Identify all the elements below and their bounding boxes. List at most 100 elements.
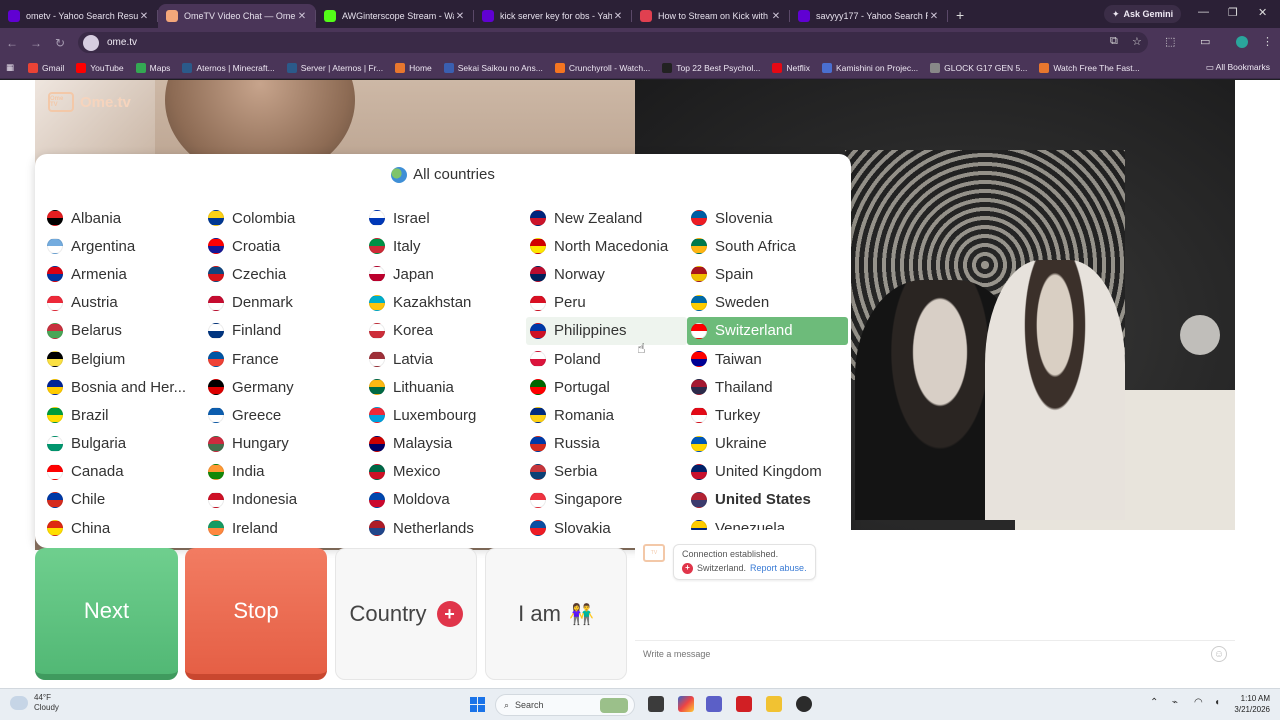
country-option-lithuania[interactable]: Lithuania	[365, 373, 526, 401]
country-option-israel[interactable]: Israel	[365, 204, 526, 232]
country-option-singapore[interactable]: Singapore	[526, 486, 687, 514]
country-option-philippines[interactable]: Philippines	[526, 316, 687, 345]
country-option-united-states[interactable]: United States	[687, 486, 848, 514]
country-option-netherlands[interactable]: Netherlands	[365, 514, 526, 542]
country-option-luxembourg[interactable]: Luxembourg	[365, 401, 526, 429]
bookmark-item[interactable]: Gmail	[28, 62, 64, 73]
country-option-czechia[interactable]: Czechia	[204, 260, 365, 288]
country-option-indonesia[interactable]: Indonesia	[204, 486, 365, 514]
tray-overflow-icon[interactable]: ⌃	[1150, 697, 1158, 708]
country-option-norway[interactable]: Norway	[526, 260, 687, 288]
obs-icon[interactable]	[796, 696, 812, 712]
country-option-sweden[interactable]: Sweden	[687, 289, 848, 317]
country-option-france[interactable]: France	[204, 345, 365, 373]
browser-tab[interactable]: AWGinterscope Stream - Watch✕	[316, 4, 474, 28]
bookmark-item[interactable]: Kamishini on Projec...	[821, 62, 918, 73]
close-tab-icon[interactable]: ✕	[454, 11, 466, 22]
copilot-icon[interactable]	[678, 696, 694, 712]
bookmark-item[interactable]: Netflix	[772, 62, 810, 73]
browser-tab[interactable]: ometv - Yahoo Search Results ✕	[0, 4, 158, 28]
country-option-bulgaria[interactable]: Bulgaria	[43, 430, 204, 458]
country-option-greece[interactable]: Greece	[204, 401, 365, 429]
browser-tab[interactable]: OmeTV Video Chat — Ome ✕	[158, 4, 316, 28]
browser-tab[interactable]: How to Stream on Kick with OB✕	[632, 4, 790, 28]
country-option-ukraine[interactable]: Ukraine	[687, 430, 848, 458]
split-view-icon[interactable]: ▭	[1200, 35, 1210, 48]
country-option-ireland[interactable]: Ireland	[204, 514, 365, 542]
system-clock[interactable]: 1:10 AM 3/21/2026	[1234, 693, 1270, 715]
bookmark-item[interactable]: Aternos | Minecraft...	[182, 62, 275, 73]
country-button[interactable]: Country +	[335, 548, 477, 680]
country-option-south-africa[interactable]: South Africa	[687, 232, 848, 260]
bookmark-item[interactable]: Crunchyroll - Watch...	[554, 62, 650, 73]
bookmark-item[interactable]: YouTube	[76, 62, 124, 73]
country-option-finland[interactable]: Finland	[204, 317, 365, 345]
back-icon[interactable]: ←	[0, 36, 24, 50]
weather-widget[interactable]: 44°F Cloudy	[10, 693, 59, 713]
country-option-thailand[interactable]: Thailand	[687, 373, 848, 401]
country-option-serbia[interactable]: Serbia	[526, 458, 687, 486]
ometv-logo[interactable]: Ome TV Ome.tv	[48, 92, 131, 112]
report-abuse-link[interactable]: Report abuse.	[750, 561, 807, 575]
browser-tab[interactable]: savyyy177 - Yahoo Search Resu✕	[790, 4, 948, 28]
country-option-korea[interactable]: Korea	[365, 317, 526, 345]
country-option-poland[interactable]: Poland	[526, 345, 687, 373]
country-option-latvia[interactable]: Latvia	[365, 345, 526, 373]
country-option-argentina[interactable]: Argentina	[43, 232, 204, 260]
bookmark-item[interactable]: Watch Free The Fast...	[1039, 62, 1140, 73]
country-option-slovenia[interactable]: Slovenia	[687, 204, 848, 232]
profile-avatar[interactable]	[1236, 36, 1248, 48]
new-tab-button[interactable]: +	[948, 7, 972, 23]
country-option-switzerland[interactable]: Switzerland	[687, 316, 848, 345]
country-option-new-zealand[interactable]: New Zealand	[526, 204, 687, 232]
country-option-romania[interactable]: Romania	[526, 401, 687, 429]
country-option-belgium[interactable]: Belgium	[43, 345, 204, 373]
country-option-canada[interactable]: Canada	[43, 458, 204, 486]
apps-icon[interactable]: ▦	[6, 62, 14, 73]
country-option-germany[interactable]: Germany	[204, 373, 365, 401]
minimize-icon[interactable]: —	[1198, 6, 1209, 18]
country-option-china[interactable]: China	[43, 514, 204, 542]
country-option-mexico[interactable]: Mexico	[365, 458, 526, 486]
country-option-croatia[interactable]: Croatia	[204, 232, 365, 260]
close-window-icon[interactable]: ✕	[1258, 6, 1267, 19]
task-view-icon[interactable]	[648, 696, 664, 712]
site-info-icon[interactable]	[83, 34, 99, 51]
all-bookmarks-link[interactable]: ▭ All Bookmarks	[1206, 62, 1270, 73]
country-option-taiwan[interactable]: Taiwan	[687, 345, 848, 373]
close-tab-icon[interactable]: ✕	[296, 11, 308, 22]
country-option-russia[interactable]: Russia	[526, 430, 687, 458]
taskbar-search[interactable]: ⌕ Search	[495, 694, 635, 716]
country-option-italy[interactable]: Italy	[365, 232, 526, 260]
close-tab-icon[interactable]: ✕	[770, 11, 782, 22]
country-option-united-kingdom[interactable]: United Kingdom	[687, 458, 848, 486]
country-option-bosnia-and-her[interactable]: Bosnia and Her...	[43, 373, 204, 401]
country-option-japan[interactable]: Japan	[365, 260, 526, 288]
extensions-icon[interactable]: ⬚	[1165, 35, 1175, 48]
emoji-icon[interactable]: ☺	[1211, 646, 1227, 662]
forward-icon[interactable]: →	[24, 36, 48, 50]
network-icon[interactable]: ⌁	[1172, 697, 1178, 708]
bookmark-item[interactable]: Home	[395, 62, 432, 73]
country-option-brazil[interactable]: Brazil	[43, 401, 204, 429]
country-option-kazakhstan[interactable]: Kazakhstan	[365, 289, 526, 317]
country-option-north-macedonia[interactable]: North Macedonia	[526, 232, 687, 260]
volume-icon[interactable]: ◖	[1214, 697, 1220, 708]
all-countries-option[interactable]: All countries	[35, 166, 851, 183]
windows-start-icon[interactable]	[470, 697, 485, 712]
country-option-malaysia[interactable]: Malaysia	[365, 430, 526, 458]
bookmark-item[interactable]: Top 22 Best Psychol...	[662, 62, 760, 73]
close-tab-icon[interactable]: ✕	[612, 11, 624, 22]
stop-button[interactable]: Stop	[185, 548, 327, 680]
reload-icon[interactable]: ↻	[48, 36, 72, 50]
country-option-moldova[interactable]: Moldova	[365, 486, 526, 514]
bookmark-item[interactable]: Sekai Saikou no Ans...	[443, 62, 543, 73]
country-option-spain[interactable]: Spain	[687, 260, 848, 288]
address-bar[interactable]: ome.tv	[78, 32, 1148, 53]
close-tab-icon[interactable]: ✕	[928, 11, 940, 22]
country-option-austria[interactable]: Austria	[43, 289, 204, 317]
country-option-india[interactable]: India	[204, 458, 365, 486]
country-option-portugal[interactable]: Portugal	[526, 373, 687, 401]
bookmark-item[interactable]: GLOCK G17 GEN 5...	[930, 62, 1027, 73]
next-button[interactable]: Next	[35, 548, 178, 680]
